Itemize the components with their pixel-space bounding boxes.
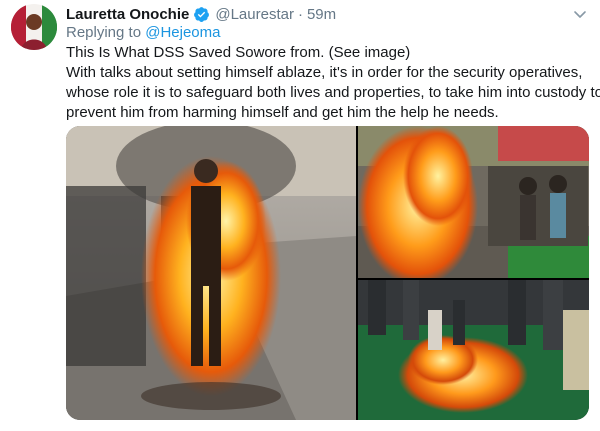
tweet-header: Lauretta Onochie @Laurestar · 59m <box>66 4 336 24</box>
burning-man-photo-icon[interactable] <box>66 126 356 420</box>
profile-photo-icon <box>11 4 57 50</box>
reply-mention-link[interactable]: @Hejeoma <box>145 24 220 41</box>
user-handle[interactable]: @Laurestar <box>215 6 294 23</box>
tweet-text-line: This Is What DSS Saved Sowore from. (See… <box>66 44 411 61</box>
fire-street-photo-icon[interactable] <box>358 126 589 278</box>
tweet-text: This Is What DSS Saved Sowore from. (See… <box>66 43 600 123</box>
avatar[interactable] <box>11 4 57 50</box>
display-name[interactable]: Lauretta Onochie <box>66 6 189 23</box>
timestamp[interactable]: 59m <box>307 6 336 23</box>
verified-badge-icon <box>193 6 210 23</box>
tweet-text-line: whose role it is to safeguard both lives… <box>66 84 600 101</box>
tweet-text-line: With talks about setting himself ablaze,… <box>66 64 583 81</box>
reply-prefix: Replying to <box>66 24 142 41</box>
tweet-text-line: prevent him from harming himself and get… <box>66 104 499 121</box>
media-grid <box>66 126 589 420</box>
chevron-down-icon[interactable] <box>572 6 588 22</box>
separator-dot: · <box>297 5 303 23</box>
reply-context: Replying to @Hejeoma <box>66 24 220 41</box>
tweet[interactable]: Lauretta Onochie @Laurestar · 59m Replyi… <box>0 0 600 431</box>
fire-ground-photo-icon[interactable] <box>358 280 589 420</box>
